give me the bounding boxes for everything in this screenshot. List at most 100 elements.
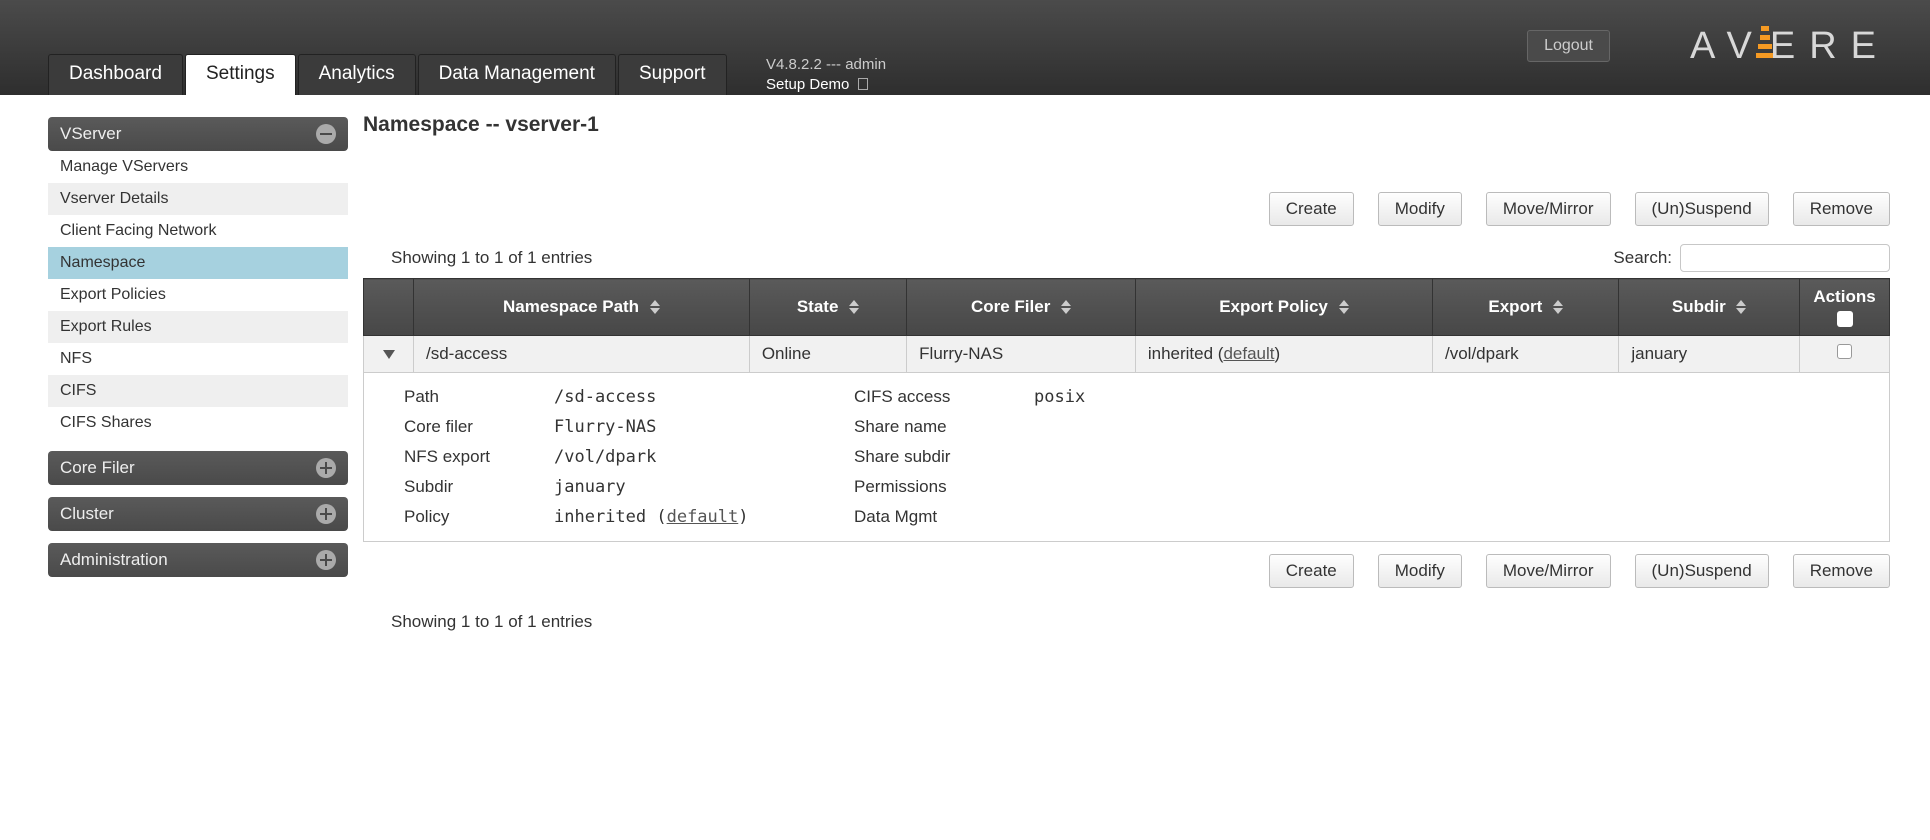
detail-value-subdir: january [554, 477, 854, 497]
sidebar-item-manage-vservers[interactable]: Manage VServers [48, 151, 348, 183]
table-header-row: Namespace Path State Core Filer Export P… [364, 279, 1890, 336]
cell-subdir: january [1619, 336, 1800, 373]
policy-link[interactable]: default [667, 507, 739, 527]
detail-value-cifs-access: posix [1034, 387, 1234, 407]
sidebar-group-administration[interactable]: Administration [48, 543, 348, 577]
sidebar-group-core-filer[interactable]: Core Filer [48, 451, 348, 485]
col-core-filer[interactable]: Core Filer [907, 279, 1136, 336]
sidebar-item-cifs[interactable]: CIFS [48, 375, 348, 407]
col-export-policy[interactable]: Export Policy [1135, 279, 1432, 336]
detail-value-share-subdir [1034, 447, 1234, 467]
detail-label: Share subdir [854, 447, 1034, 467]
col-export[interactable]: Export [1432, 279, 1618, 336]
detail-value-share-name [1034, 417, 1234, 437]
logout-button[interactable]: Logout [1527, 30, 1610, 62]
search-input[interactable] [1680, 244, 1890, 272]
detail-label: CIFS access [854, 387, 1034, 407]
sidebar-item-vserver-details[interactable]: Vserver Details [48, 183, 348, 215]
tab-support[interactable]: Support [618, 54, 727, 95]
table-detail-row: Path /sd-access CIFS access posix Core f… [364, 373, 1890, 542]
suspend-button[interactable]: (Un)Suspend [1635, 554, 1769, 588]
detail-value-policy: inherited (default) [554, 507, 854, 527]
sidebar-group-label: Administration [60, 550, 168, 570]
sort-icon [1736, 300, 1746, 314]
detail-value-path: /sd-access [554, 387, 854, 407]
sidebar-item-client-facing-network[interactable]: Client Facing Network [48, 215, 348, 247]
brand-logo: AVERE [1690, 25, 1890, 68]
top-bar: Logout AVERE V4.8.2.2 --- admin Setup De… [0, 0, 1930, 95]
tab-settings[interactable]: Settings [185, 54, 296, 95]
plus-icon [316, 504, 336, 524]
cell-export: /vol/dpark [1432, 336, 1618, 373]
select-all-checkbox[interactable] [1837, 311, 1853, 327]
sidebar-item-nfs[interactable]: NFS [48, 343, 348, 375]
version-text: V4.8.2.2 --- admin [766, 55, 886, 75]
cluster-name[interactable]: Setup Demo [766, 76, 849, 93]
export-policy-link[interactable]: default [1223, 344, 1274, 363]
row-checkbox[interactable] [1837, 344, 1852, 359]
search-label: Search: [1613, 248, 1672, 268]
cell-export-policy: inherited (default) [1135, 336, 1432, 373]
minus-icon [316, 124, 336, 144]
cell-path: /sd-access [414, 336, 750, 373]
sidebar-group-label: Core Filer [60, 458, 135, 478]
plus-icon [316, 458, 336, 478]
table-row[interactable]: /sd-access Online Flurry-NAS inherited (… [364, 336, 1890, 373]
sidebar-item-cifs-shares[interactable]: CIFS Shares [48, 407, 348, 439]
action-bar-top: Create Modify Move/Mirror (Un)Suspend Re… [363, 192, 1890, 226]
sort-icon [650, 300, 660, 314]
sidebar-item-namespace[interactable]: Namespace [48, 247, 348, 279]
tab-analytics[interactable]: Analytics [298, 54, 416, 95]
detail-label: Permissions [854, 477, 1034, 497]
create-button[interactable]: Create [1269, 192, 1354, 226]
detail-label: Path [404, 387, 554, 407]
detail-value-core-filer: Flurry-NAS [554, 417, 854, 437]
detail-label: Core filer [404, 417, 554, 437]
detail-label: Policy [404, 507, 554, 527]
col-subdir[interactable]: Subdir [1619, 279, 1800, 336]
sort-icon [1553, 300, 1563, 314]
cell-core-filer: Flurry-NAS [907, 336, 1136, 373]
sidebar-item-export-policies[interactable]: Export Policies [48, 279, 348, 311]
entries-count-top: Showing 1 to 1 of 1 entries [391, 248, 592, 268]
cell-state: Online [749, 336, 906, 373]
modify-button[interactable]: Modify [1378, 554, 1462, 588]
col-namespace-path[interactable]: Namespace Path [414, 279, 750, 336]
create-button[interactable]: Create [1269, 554, 1354, 588]
version-info: V4.8.2.2 --- admin Setup Demo [766, 55, 886, 94]
modify-button[interactable]: Modify [1378, 192, 1462, 226]
sidebar-group-label: VServer [60, 124, 121, 144]
move-mirror-button[interactable]: Move/Mirror [1486, 192, 1611, 226]
main-nav-tabs: Dashboard Settings Analytics Data Manage… [48, 54, 729, 95]
detail-label: Data Mgmt [854, 507, 1034, 527]
move-mirror-button[interactable]: Move/Mirror [1486, 554, 1611, 588]
namespace-table: Namespace Path State Core Filer Export P… [363, 278, 1890, 542]
plus-icon [316, 550, 336, 570]
remove-button[interactable]: Remove [1793, 554, 1890, 588]
detail-value-nfs-export: /vol/dpark [554, 447, 854, 467]
settings-sidebar: VServer Manage VServers Vserver Details … [48, 117, 348, 632]
remove-button[interactable]: Remove [1793, 192, 1890, 226]
sidebar-item-export-rules[interactable]: Export Rules [48, 311, 348, 343]
sidebar-group-cluster[interactable]: Cluster [48, 497, 348, 531]
entries-count-bottom: Showing 1 to 1 of 1 entries [391, 612, 1890, 632]
sidebar-group-vserver[interactable]: VServer [48, 117, 348, 151]
sort-icon [849, 300, 859, 314]
detail-value-data-mgmt [1034, 507, 1234, 527]
detail-label: NFS export [404, 447, 554, 467]
detail-value-permissions [1034, 477, 1234, 497]
detail-label: Share name [854, 417, 1034, 437]
sort-icon [1339, 300, 1349, 314]
tab-data-management[interactable]: Data Management [418, 54, 616, 95]
main-panel: Namespace -- vserver-1 Create Modify Mov… [363, 95, 1890, 632]
detail-label: Subdir [404, 477, 554, 497]
col-expand [364, 279, 414, 336]
col-actions[interactable]: Actions [1800, 279, 1890, 336]
suspend-button[interactable]: (Un)Suspend [1635, 192, 1769, 226]
col-state[interactable]: State [749, 279, 906, 336]
document-icon[interactable] [858, 78, 868, 90]
expand-triangle-icon[interactable] [383, 350, 395, 359]
sort-icon [1061, 300, 1071, 314]
action-bar-bottom: Create Modify Move/Mirror (Un)Suspend Re… [363, 554, 1890, 588]
tab-dashboard[interactable]: Dashboard [48, 54, 183, 95]
